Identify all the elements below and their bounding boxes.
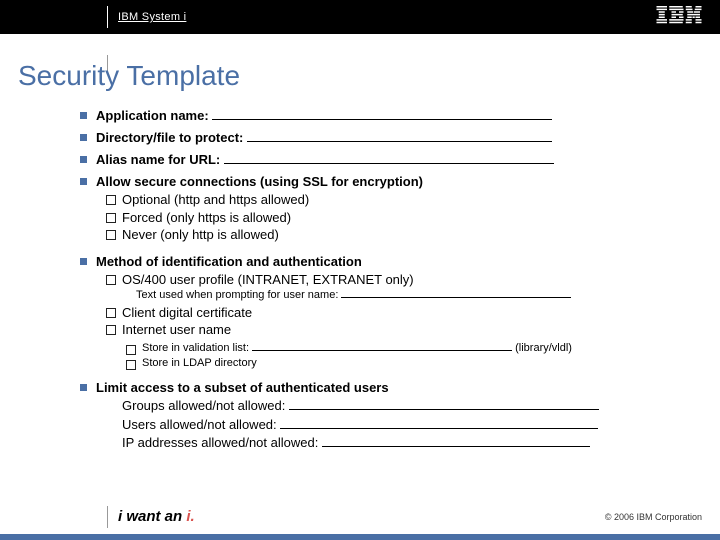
section-auth: Method of identification and authenticat… <box>80 254 690 371</box>
blank-line <box>280 417 598 429</box>
opt-client-cert: Client digital certificate <box>106 304 690 322</box>
section-limit: Limit access to a subset of authenticate… <box>80 380 690 452</box>
header-bar: IBM System i <box>0 0 720 34</box>
field-app-name: Application name: <box>80 108 690 123</box>
footer-tick <box>107 506 108 528</box>
os400-prompt: Text used when prompting for user name: <box>136 288 690 303</box>
slogan: i want an i. <box>118 508 195 525</box>
label-users: Users allowed/not allowed: <box>122 417 277 432</box>
label-os400-prompt: Text used when prompting for user name: <box>136 289 338 301</box>
label-os400: OS/400 user profile (INTRANET, EXTRANET … <box>122 272 414 287</box>
label-vldl-suffix: (library/vldl) <box>515 342 572 354</box>
opt-ssl-never: Never (only http is allowed) <box>106 226 690 244</box>
slogan-em: i. <box>186 508 194 525</box>
slogan-pre: i want an <box>118 508 186 525</box>
system-name: IBM System i <box>118 11 186 23</box>
label-internet-user: Internet user name <box>122 322 231 337</box>
opt-ssl-forced: Forced (only https is allowed) <box>106 209 690 227</box>
field-directory: Directory/file to protect: <box>80 130 690 145</box>
heading-limit: Limit access to a subset of authenticate… <box>96 380 389 395</box>
opt-ssl-optional: Optional (http and https allowed) <box>106 191 690 209</box>
heading-auth: Method of identification and authenticat… <box>96 254 362 269</box>
blank-line <box>224 152 554 164</box>
copyright: © 2006 IBM Corporation <box>605 512 702 522</box>
opt-internet-user: Internet user name Store in validation l… <box>106 321 690 370</box>
field-alias: Alias name for URL: <box>80 152 690 167</box>
footer: i want an i. © 2006 IBM Corporation <box>0 498 720 534</box>
content-area: Application name: Directory/file to prot… <box>80 108 690 459</box>
opt-store-ldap: Store in LDAP directory <box>126 356 690 371</box>
page-title: Security Template <box>18 60 240 92</box>
label-groups: Groups allowed/not allowed: <box>122 398 285 413</box>
field-ips: IP addresses allowed/not allowed: <box>122 434 690 452</box>
section-ssl: Allow secure connections (using SSL for … <box>80 174 690 244</box>
ibm-logo-icon <box>656 6 702 29</box>
label-alias: Alias name for URL: <box>96 152 220 167</box>
heading-ssl: Allow secure connections (using SSL for … <box>96 174 423 189</box>
label-store-vldl: Store in validation list: <box>142 342 249 354</box>
label-app-name: Application name: <box>96 108 209 123</box>
blank-line <box>252 341 512 351</box>
blank-line <box>212 108 552 120</box>
blank-line <box>322 435 590 447</box>
opt-os400: OS/400 user profile (INTRANET, EXTRANET … <box>106 271 690 304</box>
field-users: Users allowed/not allowed: <box>122 416 690 434</box>
blank-line <box>341 288 571 298</box>
header-divider <box>107 6 108 28</box>
blank-line <box>247 130 552 142</box>
label-ips: IP addresses allowed/not allowed: <box>122 435 318 450</box>
blank-line <box>289 399 599 411</box>
field-groups: Groups allowed/not allowed: <box>122 397 690 415</box>
opt-store-vldl: Store in validation list: (library/vldl) <box>126 341 690 356</box>
label-directory: Directory/file to protect: <box>96 130 243 145</box>
bottom-stripe <box>0 534 720 540</box>
